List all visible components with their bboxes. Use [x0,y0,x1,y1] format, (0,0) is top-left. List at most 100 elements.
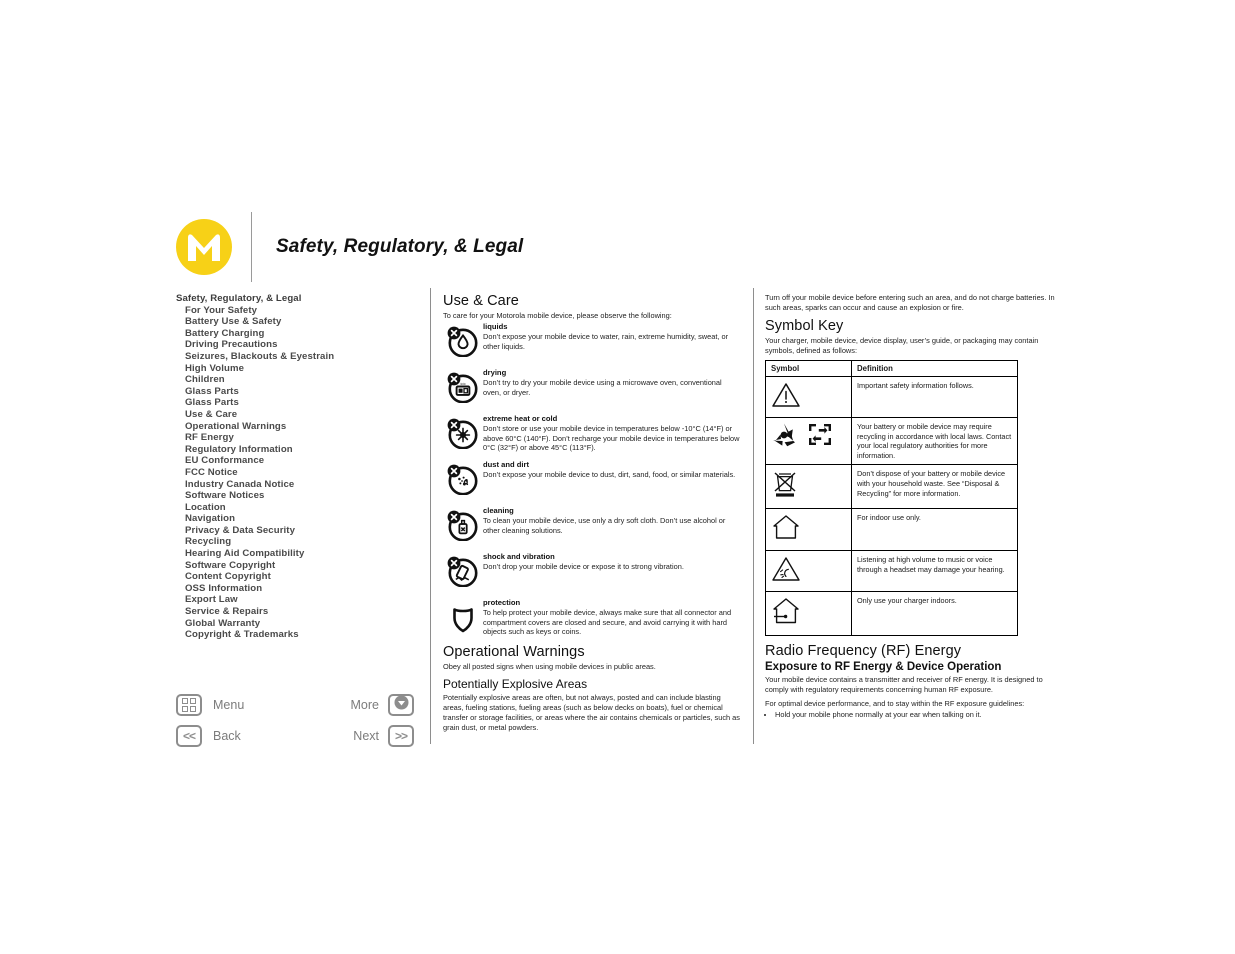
sidebar-item-rf-energy[interactable]: RF Energy [176,432,416,444]
motorola-logo-icon [176,219,232,275]
use-care-intro: To care for your Motorola mobile device,… [443,311,672,320]
sidebar-item-eu-conformance[interactable]: EU Conformance [176,455,416,467]
care-item: ≈≈ drying Don’t try to dry your mobile dev… [443,368,741,408]
operational-warnings-heading: Operational Warnings [443,644,585,660]
no-cleaning-solutions-icon [443,506,483,546]
rf-energy-bullet: Hold your mobile phone normally at your … [775,710,1061,720]
symbol-key-intro: Your charger, mobile device, device disp… [765,336,1039,355]
chevron-down-circle-icon [394,695,409,715]
definition-cell: Don’t dispose of your battery or mobile … [851,464,1018,510]
no-drying-icon: ≈≈ [443,368,483,408]
sidebar-item-oss-information[interactable]: OSS Information [176,583,416,595]
care-item-text: cleaning To clean your mobile device, use… [483,506,741,546]
warning-triangle-icon [771,381,801,413]
column-divider-left [430,288,431,744]
crossed-out-wheelie-bin-icon [771,469,799,504]
sidebar-item-for-your-safety[interactable]: For Your Safety [176,305,416,317]
sidebar-item-list: For Your Safety Battery Use & Safety Batte… [176,305,416,641]
use-care-heading: Use & Care [443,293,519,309]
sidebar-item-hearing-aid-compatibility[interactable]: Hearing Aid Compatibility [176,548,416,560]
symbol-cell [765,508,852,552]
sidebar-item-export-law[interactable]: Export Law [176,594,416,606]
recycling-mobius-icon [771,422,797,452]
sidebar-item-battery-use-safety[interactable]: Battery Use & Safety [176,316,416,328]
sidebar-item-high-volume[interactable]: High Volume [176,363,416,375]
sidebar-item-copyright-trademarks[interactable]: Copyright & Trademarks [176,629,416,641]
sidebar-item-seizures-blackouts-eyestrain[interactable]: Seizures, Blackouts & Eyestrain [176,351,416,363]
right-content-column: Turn off your mobile device before enter… [765,293,1061,720]
more-label: More [350,698,379,712]
care-item: protection To help protect your mobile de… [443,598,741,638]
sidebar-title: Safety, Regulatory, & Legal [176,293,302,304]
care-item-text: shock and vibration Don’t drop your mobil… [483,552,741,592]
care-item-description: Don’t expose your mobile device to water… [483,332,729,351]
menu-label: Menu [213,698,245,712]
sidebar-item-children[interactable]: Children [176,374,416,386]
definition-cell: Important safety information follows. [851,376,1018,418]
symbol-cell [765,464,852,510]
sidebar-navigation: Safety, Regulatory, & Legal For Your Saf… [176,293,416,641]
rf-energy-heading: Radio Frequency (RF) Energy [765,643,962,660]
sidebar-item-driving-precautions[interactable]: Driving Precautions [176,339,416,351]
sidebar-item-glass-parts[interactable]: Glass Parts [176,397,416,409]
care-item-description: To help protect your mobile device, alwa… [483,608,732,637]
rf-exposure-subheading: Exposure to RF Energy & Device Operation [765,661,1002,674]
symbol-cell [765,416,852,466]
sidebar-item-battery-charging[interactable]: Battery Charging [176,328,416,340]
next-label: Next [353,729,379,743]
sidebar-item-content-copyright[interactable]: Content Copyright [176,571,416,583]
care-item-term: drying [483,368,507,377]
care-item: liquids Don’t expose your mobile device t… [443,322,741,362]
sidebar-item-software-notices[interactable]: Software Notices [176,490,416,502]
sidebar-item-industry-canada-notice[interactable]: Industry Canada Notice [176,479,416,491]
care-item-description: Don’t store or use your mobile device in… [483,424,740,453]
grid-icon [182,698,196,712]
care-item-term: dust and dirt [483,460,529,469]
sidebar-item-global-warranty[interactable]: Global Warranty [176,618,416,630]
symbol-key-heading: Symbol Key [765,318,844,334]
care-item: extreme heat or cold Don’t store or use y… [443,414,741,454]
definition-cell: Only use your charger indoors. [851,591,1018,637]
svg-text:≈≈: ≈≈ [460,381,466,387]
care-item: cleaning To clean your mobile device, use… [443,506,741,546]
no-dust-icon [443,460,483,500]
battery-recycling-icon [807,422,833,452]
definition-cell: Listening at high volume to music or voi… [851,550,1018,593]
sidebar-item-fcc-notice[interactable]: FCC Notice [176,467,416,479]
sidebar-item-privacy-data-security[interactable]: Privacy & Data Security [176,525,416,537]
symbol-key-table: Symbol Definition Important safety infor… [765,360,1018,637]
care-item: shock and vibration Don’t drop your mobil… [443,552,741,592]
sidebar-item-location[interactable]: Location [176,502,416,514]
no-shock-vibration-icon [443,552,483,592]
menu-button[interactable] [176,694,202,716]
more-button[interactable] [388,694,414,716]
care-item-text: dust and dirt Don’t expose your mobile de… [483,460,741,500]
rf-energy-para2: For optimal device performance, and to s… [765,699,1025,709]
next-button[interactable]: >> [388,725,414,747]
back-button[interactable]: << [176,725,202,747]
no-extreme-temperature-icon [443,414,483,454]
care-item-term: protection [483,598,521,607]
sidebar-item-recycling[interactable]: Recycling [176,536,416,548]
back-next-row: << Back Next >> [176,721,414,751]
table-header-row: Symbol Definition [765,360,1018,377]
sidebar-item-operational-warnings[interactable]: Operational Warnings [176,421,416,433]
sidebar-item-software-copyright[interactable]: Software Copyright [176,560,416,572]
rf-energy-para1: Your mobile device contains a transmitte… [765,675,1043,695]
shield-protection-icon [443,598,483,638]
table-row: Your battery or mobile device may requir… [765,416,1018,466]
symbol-cell [765,376,852,418]
navigation-controls: Menu More << Back Next >> [176,690,414,752]
explosive-areas-continuation: Turn off your mobile device before enter… [765,293,1055,312]
care-item-text: extreme heat or cold Don’t store or use y… [483,414,741,454]
care-item-term: shock and vibration [483,552,555,561]
sidebar-item-service-repairs[interactable]: Service & Repairs [176,606,416,618]
sidebar-item-use-care[interactable]: Use & Care [176,409,416,421]
use-care-item-list: liquids Don’t expose your mobile device t… [443,322,741,638]
sidebar-item-navigation[interactable]: Navigation [176,513,416,525]
sidebar-item-regulatory-information[interactable]: Regulatory Information [176,444,416,456]
table-row: Don’t dispose of your battery or mobile … [765,464,1018,510]
sidebar-item-glass-parts[interactable]: Glass Parts [176,386,416,398]
symbol-cell [765,591,852,637]
potentially-explosive-areas-heading: Potentially Explosive Areas [443,677,588,691]
